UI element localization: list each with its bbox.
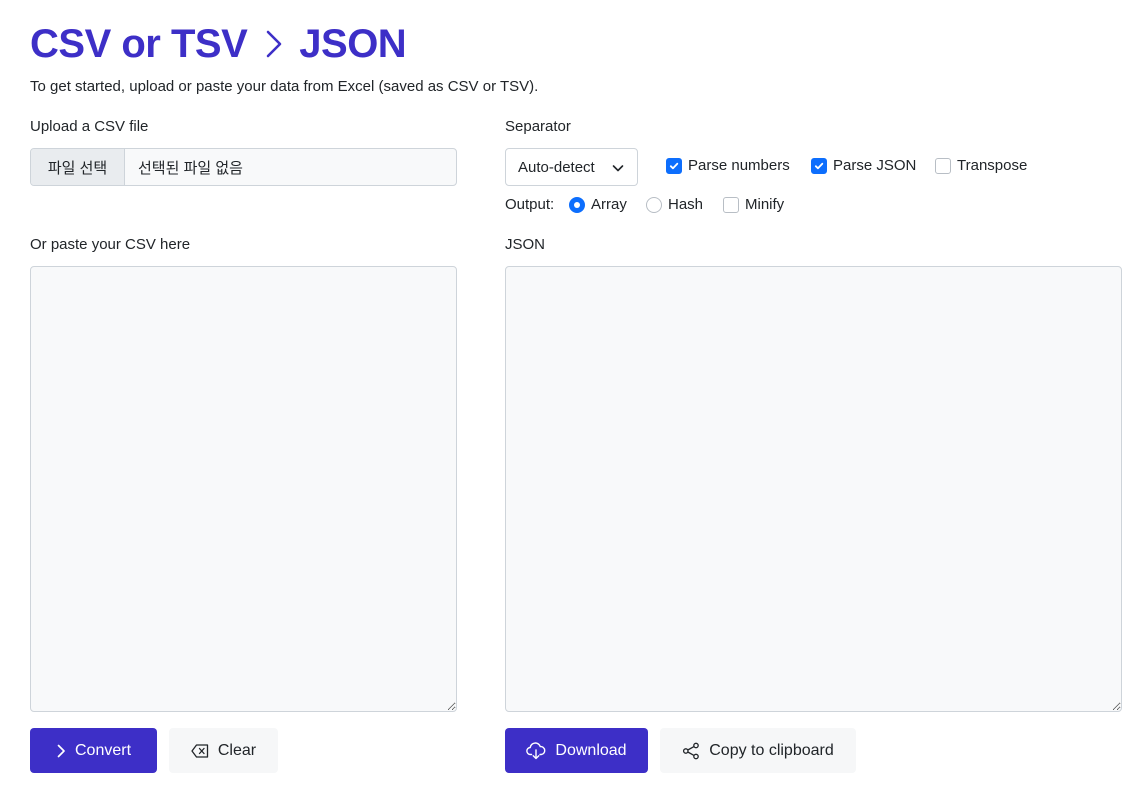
checkbox-box — [723, 196, 739, 213]
clear-label: Clear — [217, 741, 257, 759]
title-target: JSON — [299, 21, 407, 66]
download-label: Download — [555, 741, 627, 759]
chevron-right-icon — [56, 744, 66, 758]
output-array-radio[interactable]: Array — [569, 196, 627, 213]
json-output-label: JSON — [505, 236, 546, 253]
csv-input-textarea[interactable] — [30, 266, 457, 712]
separator-value: Auto-detect — [518, 158, 595, 176]
separator-select[interactable]: Auto-detect — [505, 148, 638, 186]
copy-to-clipboard-button[interactable]: Copy to clipboard — [660, 728, 856, 773]
no-file-selected-text: 선택된 파일 없음 — [138, 159, 243, 177]
title-source: CSV or TSV — [30, 21, 248, 66]
convert-button[interactable]: Convert — [30, 728, 157, 773]
choose-file-button[interactable]: 파일 선택 — [31, 149, 125, 185]
separator-label: Separator — [505, 118, 571, 135]
chevron-right-icon — [265, 29, 283, 59]
transpose-label: Transpose — [957, 157, 1028, 174]
array-label: Array — [591, 196, 627, 213]
share-icon — [682, 742, 700, 760]
minify-checkbox[interactable]: Minify — [723, 196, 784, 213]
chevron-down-icon — [612, 161, 624, 178]
output-hash-radio[interactable]: Hash — [646, 196, 703, 213]
minify-label: Minify — [745, 196, 785, 213]
page-title: CSV or TSV JSON — [30, 18, 407, 70]
radio-dot — [646, 196, 662, 213]
copy-label: Copy to clipboard — [709, 741, 834, 759]
csv-to-json-page: CSV or TSV JSON To get started, upload o… — [0, 0, 1144, 806]
parse-numbers-checkbox[interactable]: Parse numbers — [666, 157, 790, 174]
checkbox-box — [935, 157, 951, 174]
checkmark-icon — [666, 157, 682, 174]
json-output-textarea[interactable] — [505, 266, 1122, 712]
download-button[interactable]: Download — [505, 728, 648, 773]
page-subtitle: To get started, upload or paste your dat… — [30, 78, 539, 95]
hash-label: Hash — [668, 196, 704, 213]
parse-json-label: Parse JSON — [833, 157, 917, 174]
transpose-checkbox[interactable]: Transpose — [935, 157, 1027, 174]
convert-label: Convert — [74, 741, 132, 759]
radio-dot — [569, 196, 585, 213]
output-label: Output: — [505, 196, 555, 213]
parse-numbers-label: Parse numbers — [688, 157, 790, 174]
upload-label: Upload a CSV file — [30, 118, 149, 135]
checkmark-icon — [811, 157, 827, 174]
csv-input-label: Or paste your CSV here — [30, 236, 191, 253]
backspace-icon — [191, 743, 209, 758]
cloud-download-icon — [526, 741, 546, 760]
file-upload-input[interactable]: 파일 선택 선택된 파일 없음 — [30, 148, 457, 186]
clear-button[interactable]: Clear — [169, 728, 278, 773]
parse-json-checkbox[interactable]: Parse JSON — [811, 157, 916, 174]
